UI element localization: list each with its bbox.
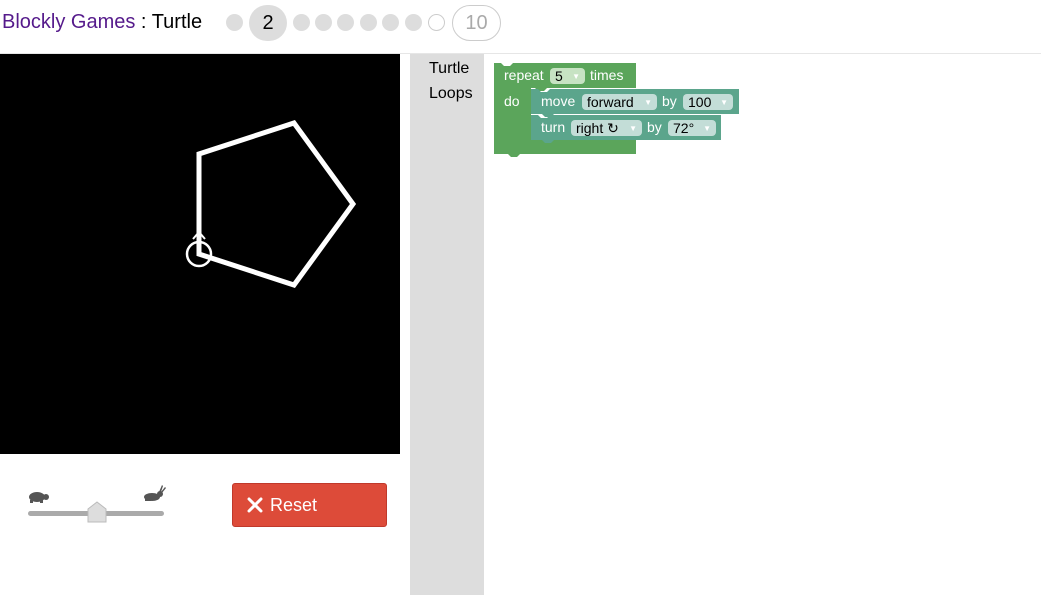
dropdown-arrow-icon: ▼: [703, 124, 711, 133]
pentagon-drawing: [185, 120, 357, 288]
page-title: Blockly Games : Turtle: [2, 11, 202, 34]
last-level[interactable]: 10: [452, 5, 501, 41]
reset-label: Reset: [270, 494, 318, 515]
level-8-dot[interactable]: [405, 14, 422, 31]
speed-slider[interactable]: [26, 485, 166, 525]
game-name: Turtle: [151, 11, 203, 33]
level-9-dot[interactable]: [428, 14, 445, 31]
repeat-count-dropdown[interactable]: 5 ▼: [550, 68, 585, 84]
level-5-dot[interactable]: [337, 14, 354, 31]
dropdown-arrow-icon: ▼: [572, 72, 580, 81]
move-by-label: by: [662, 93, 677, 109]
level-3-dot[interactable]: [293, 14, 310, 31]
turn-angle-value: 72°: [673, 120, 695, 136]
header: Blockly Games : Turtle 2 10: [0, 0, 1041, 54]
dropdown-arrow-icon: ▼: [720, 98, 728, 107]
turn-label: turn: [541, 119, 566, 135]
reset-button[interactable]: Reset: [232, 483, 387, 527]
title-separator: :: [135, 11, 152, 33]
current-level[interactable]: 2: [249, 5, 287, 41]
move-label: move: [541, 93, 576, 109]
repeat-do-label: do: [504, 93, 520, 109]
level-1-dot[interactable]: [226, 14, 243, 31]
close-icon: [247, 497, 263, 513]
turtle-canvas: [0, 54, 400, 454]
toolbox-category-turtle[interactable]: Turtle: [429, 60, 469, 78]
level-7-dot[interactable]: [382, 14, 399, 31]
turn-direction-dropdown[interactable]: right ↻ ▼: [571, 120, 642, 136]
move-distance-dropdown[interactable]: 100 ▼: [683, 94, 733, 110]
rabbit-icon: [144, 485, 166, 501]
turn-by-label: by: [647, 119, 662, 135]
dropdown-arrow-icon: ▼: [629, 124, 637, 133]
level-4-dot[interactable]: [315, 14, 332, 31]
turn-direction-value: right ↻: [576, 120, 619, 136]
repeat-times-label: times: [590, 67, 624, 83]
move-distance-value: 100: [688, 94, 712, 110]
toolbox-category-loops[interactable]: Loops: [429, 85, 473, 103]
repeat-label: repeat: [504, 67, 544, 83]
move-direction-dropdown[interactable]: forward ▼: [582, 94, 657, 110]
move-direction-value: forward: [587, 94, 634, 110]
blockly-games-link[interactable]: Blockly Games: [2, 11, 135, 33]
toolbox: Turtle Loops: [410, 54, 484, 595]
blocks-workspace[interactable]: repeat 5 ▼ times do move forward ▼ by 100 ▼…: [484, 54, 1041, 595]
level-6-dot[interactable]: [360, 14, 377, 31]
pentagon-path: [196, 120, 357, 288]
speed-thumb[interactable]: [87, 501, 107, 523]
dropdown-arrow-icon: ▼: [644, 98, 652, 107]
turtle-icon: [29, 492, 49, 503]
repeat-count-value: 5: [555, 68, 563, 84]
turn-angle-dropdown[interactable]: 72° ▼: [668, 120, 716, 136]
